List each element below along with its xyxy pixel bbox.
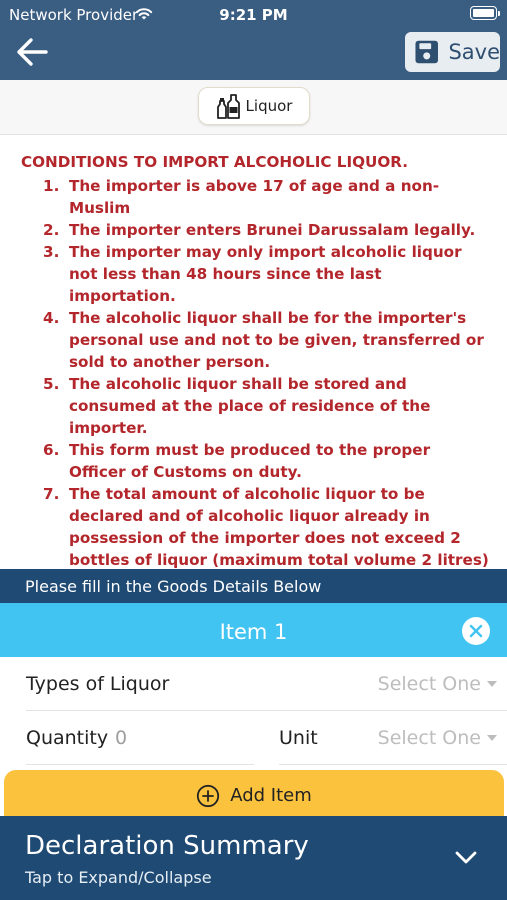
condition-item: 5. The alcoholic liquor shall be stored a… <box>0 373 507 439</box>
bottles-icon <box>216 94 240 119</box>
condition-text: The alcoholic liquor shall be stored and… <box>69 375 431 437</box>
conditions-list: 1. The importer is above 17 of age and a … <box>0 175 507 593</box>
item-header: Item 1 <box>0 603 507 657</box>
summary-title: Declaration Summary <box>25 831 309 861</box>
unit-label: Unit <box>279 727 318 749</box>
goods-instruction-bar: Please fill in the Goods Details Below <box>0 569 507 603</box>
clock: 9:21 PM <box>219 6 288 24</box>
types-of-liquor-row: Types of Liquor Select One <box>0 657 507 711</box>
app-header: Network Provider 9:21 PM Save <box>0 0 507 80</box>
caret-down-icon <box>487 681 497 687</box>
arrow-left-icon <box>17 38 48 66</box>
category-chip-liquor[interactable]: Liquor <box>198 87 310 125</box>
caret-down-icon <box>487 735 497 741</box>
condition-number: 4. <box>43 309 60 327</box>
condition-item: 3. The importer may only import alcoholic… <box>0 241 507 307</box>
unit-value: Select One <box>377 727 481 749</box>
goods-instruction: Please fill in the Goods Details Below <box>25 577 322 596</box>
condition-number: 2. <box>43 221 60 239</box>
condition-item: 6. This form must be produced to the prop… <box>0 439 507 483</box>
unit-select[interactable]: Select One <box>378 727 497 749</box>
save-label: Save <box>448 40 500 64</box>
status-bar: Network Provider 9:21 PM <box>0 0 507 28</box>
quantity-input[interactable]: 0 <box>115 727 127 749</box>
floppy-disk-icon <box>415 40 438 64</box>
quantity-underline <box>26 764 254 765</box>
conditions-title: CONDITIONS TO IMPORT ALCOHOLIC LIQUOR. <box>21 153 409 171</box>
types-of-liquor-value: Select One <box>377 673 481 695</box>
battery-icon <box>470 6 500 20</box>
chevron-down-icon <box>455 851 477 864</box>
condition-number: 5. <box>43 375 60 393</box>
condition-item: 2. The importer enters Brunei Darussalam … <box>0 219 507 241</box>
quantity-unit-row: Quantity 0 Unit Select One <box>0 711 507 765</box>
save-button[interactable]: Save <box>405 32 500 72</box>
condition-number: 3. <box>43 243 60 261</box>
condition-text: The importer enters Brunei Darussalam le… <box>69 221 476 239</box>
category-strip: Liquor <box>0 80 507 135</box>
quantity-label: Quantity <box>26 727 109 749</box>
plus-circle-icon <box>197 784 220 808</box>
types-of-liquor-label: Types of Liquor <box>26 673 170 695</box>
condition-text: This form must be produced to the proper… <box>69 441 431 481</box>
condition-number: 6. <box>43 441 60 459</box>
summary-subtitle: Tap to Expand/Collapse <box>25 868 212 887</box>
types-of-liquor-select[interactable]: Select One <box>378 673 497 695</box>
condition-number: 7. <box>43 485 60 503</box>
remove-item-button[interactable] <box>462 617 490 645</box>
declaration-summary-panel[interactable]: Declaration Summary Tap to Expand/Collap… <box>0 816 507 900</box>
condition-text: The importer may only import alcoholic l… <box>69 243 462 305</box>
close-circle-icon <box>469 624 483 638</box>
unit-underline <box>279 764 507 765</box>
condition-item: 4. The alcoholic liquor shall be for the … <box>0 307 507 373</box>
condition-number: 1. <box>43 177 60 195</box>
condition-text: The alcoholic liquor shall be for the im… <box>69 309 484 371</box>
condition-text: The importer is above 17 of age and a no… <box>69 177 440 217</box>
condition-item: 1. The importer is above 17 of age and a … <box>0 175 507 219</box>
add-item-label: Add Item <box>230 785 312 806</box>
item-title: Item 1 <box>219 620 288 644</box>
category-chip-label: Liquor <box>245 97 293 115</box>
import-conditions: CONDITIONS TO IMPORT ALCOHOLIC LIQUOR. 1… <box>0 135 507 591</box>
back-button[interactable] <box>14 36 50 68</box>
